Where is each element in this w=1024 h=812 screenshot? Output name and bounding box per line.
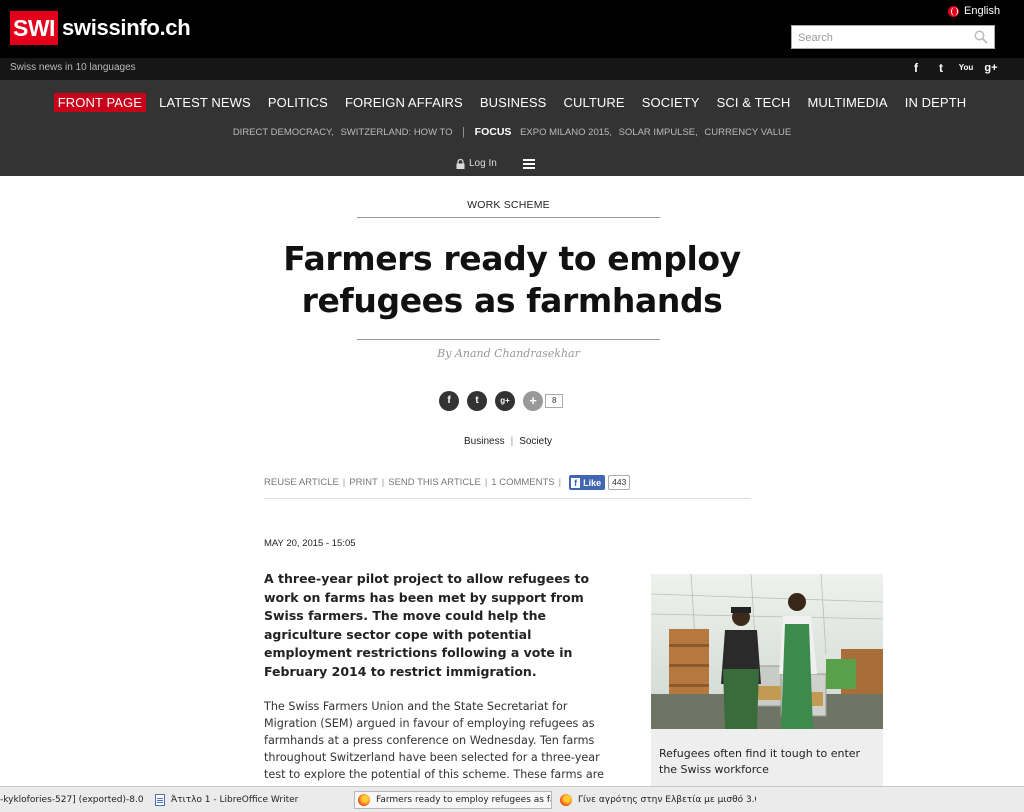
article-figure: Refugees often find it tough to enter th… bbox=[651, 574, 883, 786]
focus-link-direct-democracy[interactable]: DIRECT DEMOCRACY, bbox=[233, 127, 334, 138]
comments-link[interactable]: 1 COMMENTS bbox=[491, 477, 554, 488]
google-plus-icon[interactable]: g+ bbox=[983, 60, 999, 76]
main-navigation: FRONT PAGE LATEST NEWS POLITICS FOREIGN … bbox=[0, 80, 1024, 176]
article-kicker[interactable]: WORK SCHEME bbox=[357, 199, 660, 211]
headline-divider bbox=[357, 339, 660, 340]
tagline: Swiss news in 10 languages bbox=[10, 62, 136, 73]
nav-latest-news[interactable]: LATEST NEWS bbox=[155, 93, 255, 112]
sub-bar: Swiss news in 10 languages f t You g+ bbox=[0, 58, 1024, 80]
nav-business[interactable]: BUSINESS bbox=[476, 93, 551, 112]
nav-foreign-affairs[interactable]: FOREIGN AFFAIRS bbox=[341, 93, 467, 112]
share-more-icon[interactable]: + bbox=[523, 391, 543, 411]
taskbar-item-firefox[interactable]: Γίνε αγρότης στην Ελβετία με μισθό 3.000 bbox=[560, 791, 756, 809]
hamburger-menu-icon[interactable] bbox=[523, 159, 535, 169]
headline-line-1: Farmers ready to employ bbox=[283, 239, 741, 278]
topic-tags: Business | Society bbox=[464, 436, 552, 447]
nav-society[interactable]: SOCIETY bbox=[638, 93, 704, 112]
taskbar-item-exported-label: -kyklofories-527] (exported)-8.0 (R bbox=[0, 795, 146, 805]
taskbar-item-exported[interactable]: -kyklofories-527] (exported)-8.0 (R bbox=[0, 791, 146, 809]
taskbar-item-writer-label: Άτιτλο 1 - LibreOffice Writer bbox=[171, 795, 299, 805]
share-google-plus-icon[interactable]: g+ bbox=[495, 391, 515, 411]
login-label: Log In bbox=[469, 158, 497, 169]
nav-sci-tech[interactable]: SCI & TECH bbox=[713, 93, 795, 112]
topic-society[interactable]: Society bbox=[519, 436, 552, 447]
logo-name: swissinfo.ch bbox=[61, 15, 191, 40]
nav-front-page[interactable]: FRONT PAGE bbox=[53, 93, 147, 112]
headline-line-2: refugees as farmhands bbox=[301, 281, 723, 320]
search-icon[interactable] bbox=[974, 30, 988, 44]
share-count: 8 bbox=[545, 394, 564, 408]
photo-caption: Refugees often find it tough to enter th… bbox=[659, 747, 861, 776]
logo-swi: SWI bbox=[10, 11, 58, 45]
publish-date: MAY 20, 2015 - 15:05 bbox=[264, 538, 356, 549]
taskbar-item-firefox-label: Γίνε αγρότης στην Ελβετία με μισθό 3.000 bbox=[578, 795, 756, 805]
language-selector[interactable]: English bbox=[948, 5, 1000, 17]
focus-label: FOCUS bbox=[474, 126, 512, 138]
share-buttons: f t g+ + 8 bbox=[439, 391, 564, 411]
social-links: f t You g+ bbox=[908, 60, 999, 76]
facebook-icon: f bbox=[571, 477, 581, 488]
nav-menu: FRONT PAGE LATEST NEWS POLITICS FOREIGN … bbox=[0, 92, 1024, 112]
focus-link-currency-value[interactable]: CURRENCY VALUE bbox=[704, 127, 791, 138]
focus-link-expo-milano[interactable]: EXPO MILANO 2015, bbox=[520, 127, 612, 138]
login-link[interactable]: Log In bbox=[456, 158, 497, 169]
article-lead: A three-year pilot project to allow refu… bbox=[264, 571, 590, 679]
firefox-icon bbox=[560, 794, 572, 806]
lock-icon bbox=[456, 158, 465, 169]
taskbar-item-firefox-active[interactable]: Farmers ready to employ refugees as farm bbox=[354, 791, 552, 809]
article-tools: REUSE ARTICLE | PRINT | SEND THIS ARTICL… bbox=[264, 475, 631, 490]
twitter-icon[interactable]: t bbox=[933, 60, 949, 76]
topic-business[interactable]: Business bbox=[464, 436, 505, 447]
print-link[interactable]: PRINT bbox=[349, 477, 378, 488]
like-count: 443 bbox=[608, 475, 631, 490]
facebook-icon[interactable]: f bbox=[908, 60, 924, 76]
search-box bbox=[791, 25, 995, 49]
search-input[interactable] bbox=[792, 27, 967, 49]
focus-link-switzerland-how-to[interactable]: SWITZERLAND: HOW TO bbox=[340, 127, 452, 138]
language-label: English bbox=[964, 5, 1001, 17]
writer-document-icon bbox=[155, 794, 165, 806]
send-article-link[interactable]: SEND THIS ARTICLE bbox=[388, 477, 481, 488]
share-twitter-icon[interactable]: t bbox=[467, 391, 487, 411]
reuse-article-link[interactable]: REUSE ARTICLE bbox=[264, 477, 339, 488]
focus-links: DIRECT DEMOCRACY, SWITZERLAND: HOW TO | … bbox=[0, 126, 1024, 138]
focus-separator: | bbox=[462, 126, 466, 138]
nav-in-depth[interactable]: IN DEPTH bbox=[901, 93, 970, 112]
article-body: The Swiss Farmers Union and the State Se… bbox=[264, 700, 605, 781]
taskbar-item-writer[interactable]: Άτιτλο 1 - LibreOffice Writer bbox=[155, 791, 345, 809]
site-logo[interactable]: SWI swissinfo.ch bbox=[10, 11, 191, 45]
nav-multimedia[interactable]: MULTIMEDIA bbox=[803, 93, 891, 112]
firefox-icon bbox=[358, 794, 370, 806]
byline: By Anand Chandrasekhar bbox=[437, 347, 580, 360]
globe-icon bbox=[948, 5, 959, 17]
article-headline: Farmers ready to employ refugees as farm… bbox=[262, 238, 762, 322]
article-photo[interactable] bbox=[651, 574, 883, 729]
taskbar-item-firefox-active-label: Farmers ready to employ refugees as farm bbox=[376, 795, 552, 805]
nav-politics[interactable]: POLITICS bbox=[264, 93, 332, 112]
tools-divider bbox=[264, 498, 751, 499]
like-label: Like bbox=[583, 477, 602, 488]
kicker-divider bbox=[357, 217, 660, 218]
share-facebook-icon[interactable]: f bbox=[439, 391, 459, 411]
top-bar: SWI swissinfo.ch English bbox=[0, 0, 1024, 58]
os-taskbar: -kyklofories-527] (exported)-8.0 (R Άτιτ… bbox=[0, 786, 1024, 812]
nav-culture[interactable]: CULTURE bbox=[560, 93, 629, 112]
youtube-icon[interactable]: You bbox=[958, 60, 974, 76]
facebook-like-button[interactable]: f Like bbox=[569, 475, 606, 490]
focus-link-solar-impulse[interactable]: SOLAR IMPULSE, bbox=[619, 127, 698, 138]
